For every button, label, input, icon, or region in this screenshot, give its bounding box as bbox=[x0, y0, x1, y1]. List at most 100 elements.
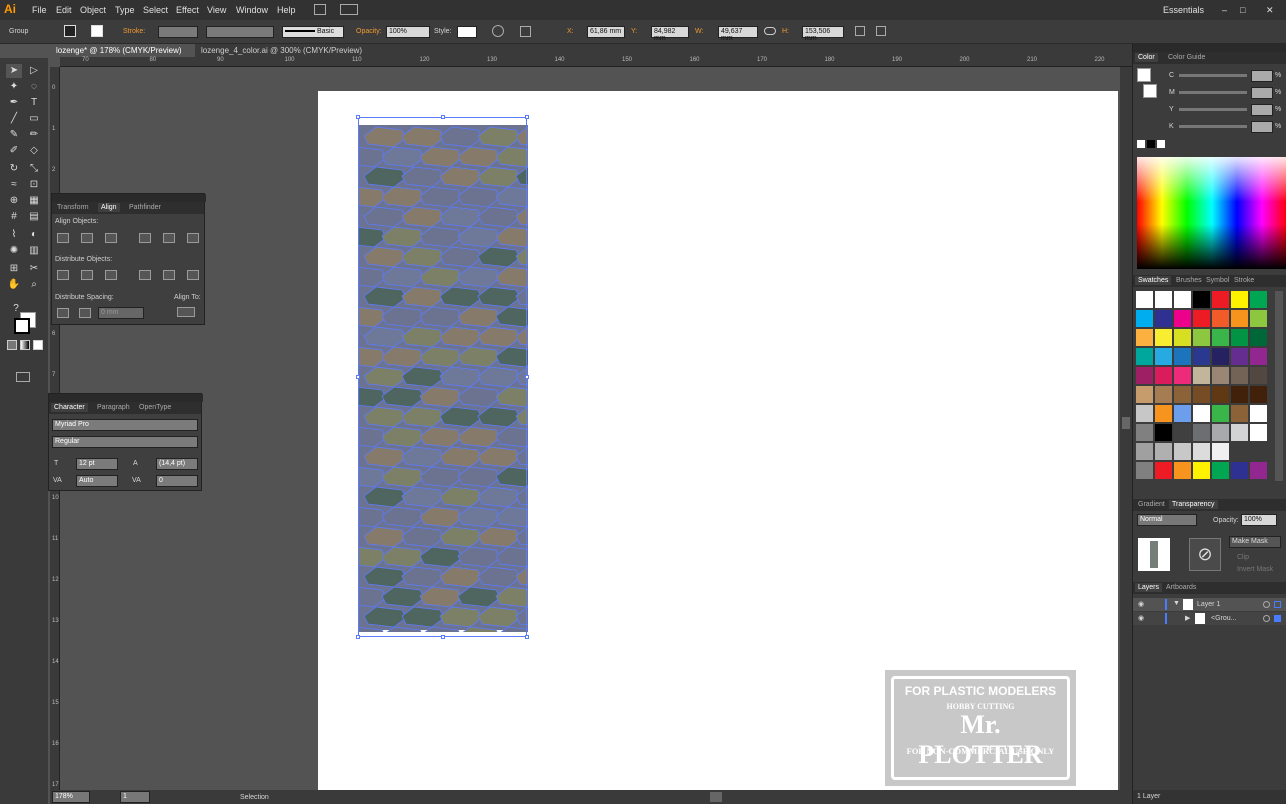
constrain-link-icon[interactable] bbox=[764, 27, 776, 35]
swatch[interactable] bbox=[1155, 386, 1172, 403]
lasso-tool-icon[interactable]: ◌ bbox=[26, 80, 42, 94]
blob-brush-tool-icon[interactable]: ✐ bbox=[6, 144, 22, 158]
resize-handle-w[interactable] bbox=[356, 375, 360, 379]
stroke-swatch[interactable] bbox=[91, 25, 103, 37]
swatch[interactable] bbox=[1212, 424, 1229, 441]
field-k[interactable] bbox=[1251, 121, 1273, 133]
tab-transform[interactable]: Transform bbox=[54, 203, 92, 212]
swatch[interactable] bbox=[1193, 291, 1210, 308]
menu-file[interactable]: File bbox=[32, 5, 47, 15]
swatch[interactable] bbox=[1174, 386, 1191, 403]
artboard-tool-icon[interactable]: ⊞ bbox=[6, 262, 22, 276]
color-stroke-swatch[interactable] bbox=[1143, 84, 1157, 98]
target-icon[interactable] bbox=[1263, 615, 1270, 622]
align-right-icon[interactable] bbox=[105, 233, 117, 243]
mask-placeholder-icon[interactable]: ⊘ bbox=[1189, 538, 1221, 571]
swatch[interactable] bbox=[1212, 367, 1229, 384]
tab-color-guide[interactable]: Color Guide bbox=[1165, 53, 1208, 62]
tab-lozenge[interactable]: lozenge* @ 178% (CMYK/Preview) × bbox=[50, 44, 195, 64]
make-mask-button[interactable]: Make Mask bbox=[1229, 536, 1281, 548]
menu-type[interactable]: Type bbox=[115, 5, 135, 15]
swatch[interactable] bbox=[1136, 291, 1153, 308]
resize-handle-ne[interactable] bbox=[525, 115, 529, 119]
swatch[interactable] bbox=[1250, 386, 1267, 403]
swatch[interactable] bbox=[1250, 291, 1267, 308]
tab-character[interactable]: Character bbox=[51, 403, 88, 412]
field-m[interactable] bbox=[1251, 87, 1273, 99]
tab-lozenge-4-color[interactable]: lozenge_4_color.ai @ 300% (CMYK/Preview)… bbox=[195, 44, 375, 64]
selection-bounding-box[interactable] bbox=[356, 115, 529, 639]
swatch[interactable] bbox=[1231, 462, 1248, 479]
swatch[interactable] bbox=[1212, 329, 1229, 346]
direct-selection-tool-icon[interactable]: ▷ bbox=[26, 64, 42, 78]
spacing-field[interactable]: 0 mm bbox=[98, 307, 144, 319]
stroke-label[interactable]: Stroke: bbox=[123, 28, 145, 35]
shape-builder-tool-icon[interactable]: ⊕ bbox=[6, 194, 22, 208]
swatch[interactable] bbox=[1212, 291, 1229, 308]
menu-window[interactable]: Window bbox=[236, 5, 268, 15]
swatch[interactable] bbox=[1231, 424, 1248, 441]
column-graph-tool-icon[interactable]: ▥ bbox=[26, 244, 42, 258]
swatch[interactable] bbox=[1174, 367, 1191, 384]
slider-c[interactable] bbox=[1179, 74, 1247, 77]
fill-box-icon[interactable] bbox=[14, 318, 30, 334]
swatch[interactable] bbox=[1193, 443, 1210, 460]
target-icon[interactable] bbox=[1263, 601, 1270, 608]
stroke-weight-dropdown[interactable] bbox=[158, 26, 198, 38]
zoom-tool-icon[interactable]: ⌕ bbox=[26, 278, 42, 292]
align-vcenter-icon[interactable] bbox=[163, 233, 175, 243]
swatch[interactable] bbox=[1193, 367, 1210, 384]
swatch[interactable] bbox=[1155, 291, 1172, 308]
selection-indicator[interactable] bbox=[1274, 615, 1281, 622]
swatch[interactable] bbox=[1193, 348, 1210, 365]
magic-wand-tool-icon[interactable]: ✦ bbox=[6, 80, 22, 94]
swatch[interactable] bbox=[1155, 405, 1172, 422]
free-transform-tool-icon[interactable]: ⊡ bbox=[26, 178, 42, 192]
line-tool-icon[interactable]: ╱ bbox=[6, 112, 22, 126]
menu-select[interactable]: Select bbox=[143, 5, 168, 15]
resize-handle-s[interactable] bbox=[441, 635, 445, 639]
swatch[interactable] bbox=[1155, 348, 1172, 365]
swatch[interactable] bbox=[1136, 310, 1153, 327]
panel-grip[interactable] bbox=[49, 394, 203, 402]
swatch[interactable] bbox=[1174, 443, 1191, 460]
panel-grip[interactable] bbox=[52, 194, 206, 202]
align-bottom-icon[interactable] bbox=[187, 233, 199, 243]
distribute-top-icon[interactable] bbox=[57, 270, 69, 280]
swatch[interactable] bbox=[1174, 424, 1191, 441]
distribute-vcenter-icon[interactable] bbox=[81, 270, 93, 280]
swatch[interactable] bbox=[1174, 405, 1191, 422]
white-color-chip[interactable] bbox=[1157, 140, 1165, 148]
tab-paragraph[interactable]: Paragraph bbox=[94, 403, 133, 412]
dock-grip[interactable] bbox=[1133, 44, 1286, 52]
tab-brushes[interactable]: Brushes bbox=[1173, 276, 1205, 285]
tab-layers[interactable]: Layers bbox=[1135, 583, 1163, 592]
swatch[interactable] bbox=[1193, 329, 1210, 346]
font-size-field[interactable]: 12 pt bbox=[76, 458, 118, 470]
brush-definition-dropdown[interactable]: Basic bbox=[282, 26, 344, 38]
draw-modes-icon[interactable] bbox=[7, 356, 41, 366]
swatch[interactable] bbox=[1136, 367, 1153, 384]
swatch[interactable] bbox=[1212, 462, 1229, 479]
field-c[interactable] bbox=[1251, 70, 1273, 82]
gradient-tool-icon[interactable]: ▤ bbox=[26, 210, 42, 224]
swatch[interactable] bbox=[1155, 424, 1172, 441]
swatch[interactable] bbox=[1155, 367, 1172, 384]
resize-handle-nw[interactable] bbox=[356, 115, 360, 119]
resize-handle-sw[interactable] bbox=[356, 635, 360, 639]
swatch[interactable] bbox=[1193, 386, 1210, 403]
align-hcenter-icon[interactable] bbox=[81, 233, 93, 243]
maximize-button[interactable]: □ bbox=[1240, 5, 1245, 15]
layer-name[interactable]: Layer 1 bbox=[1197, 601, 1220, 608]
vscroll-thumb[interactable] bbox=[1122, 417, 1130, 429]
tab-transparency[interactable]: Transparency bbox=[1169, 500, 1218, 509]
swatch[interactable] bbox=[1212, 310, 1229, 327]
swatch[interactable] bbox=[1136, 386, 1153, 403]
align-top-icon[interactable] bbox=[139, 233, 151, 243]
swatches-footer-icons[interactable] bbox=[1136, 485, 1284, 495]
swatch[interactable] bbox=[1231, 348, 1248, 365]
menu-effect[interactable]: Effect bbox=[176, 5, 199, 15]
artboard-number-field[interactable]: 1 bbox=[120, 791, 150, 803]
graphic-style-picker[interactable] bbox=[457, 26, 477, 38]
paintbrush-tool-icon[interactable]: ✎ bbox=[6, 128, 22, 142]
